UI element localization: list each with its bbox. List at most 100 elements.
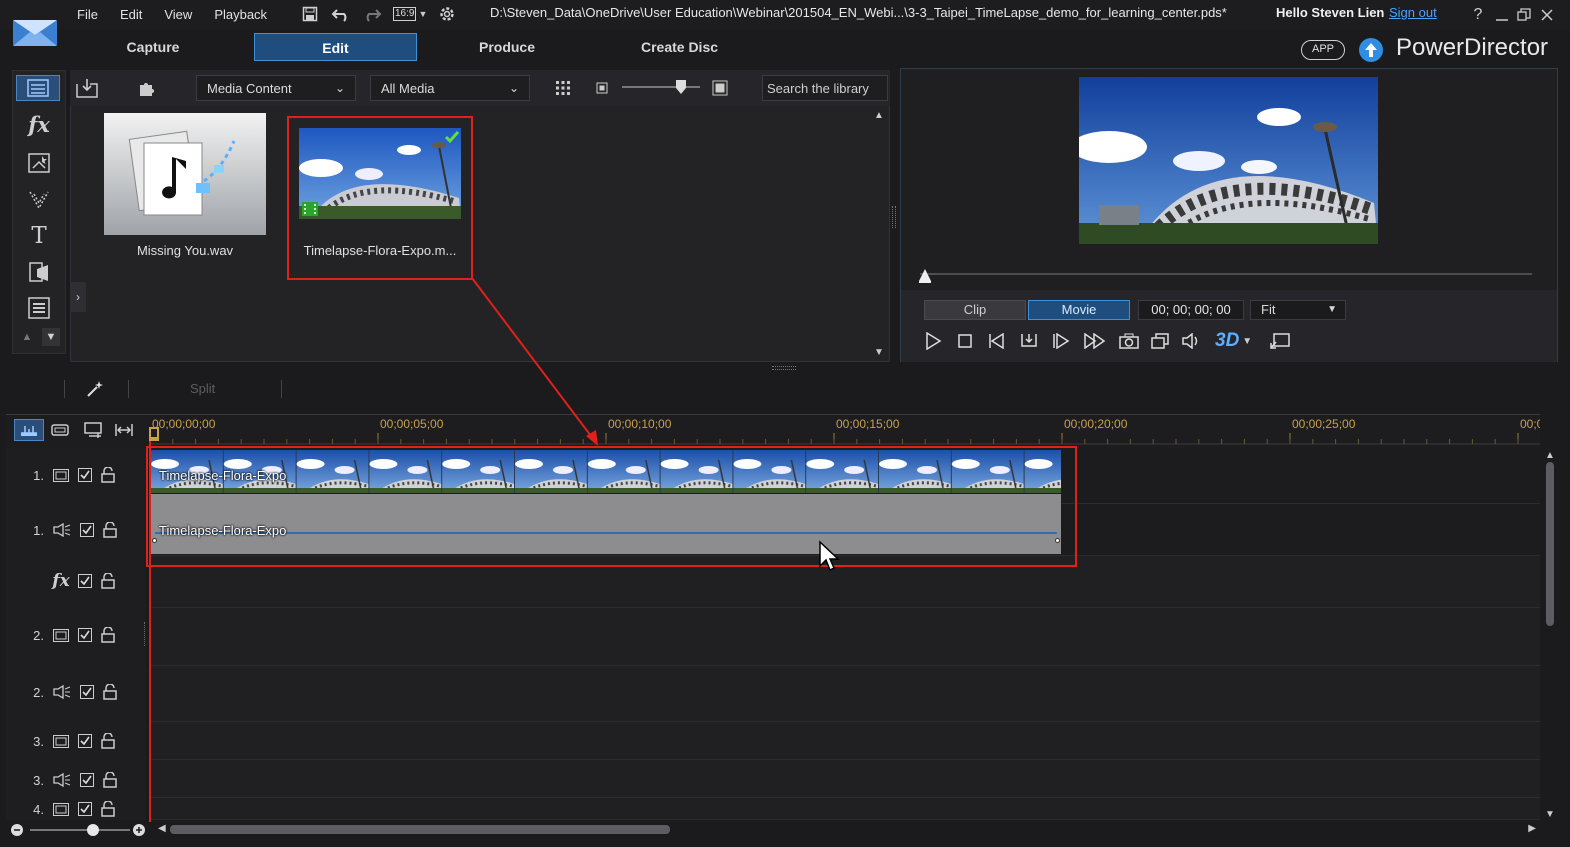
sign-out-link[interactable]: Sign out — [1389, 5, 1437, 20]
zoom-fit-dropdown[interactable]: Fit ▼ — [1250, 300, 1346, 320]
settings-gear-icon[interactable] — [437, 4, 457, 24]
timeline-horizontal-scrollbar[interactable]: ◀ ▶ — [158, 822, 1540, 838]
menu-view[interactable]: View — [153, 7, 203, 22]
clip-mode-button[interactable]: Clip — [924, 300, 1026, 320]
track-lock-icon[interactable] — [101, 573, 115, 589]
redo-icon[interactable] — [361, 4, 383, 24]
track-lock-icon[interactable] — [101, 627, 115, 643]
menu-file[interactable]: File — [66, 7, 109, 22]
track-enable-checkbox[interactable] — [80, 773, 94, 787]
previous-frame-icon[interactable] — [986, 330, 1008, 352]
tab-produce[interactable]: Produce — [457, 33, 557, 61]
track-enable-checkbox[interactable] — [78, 628, 92, 642]
zoom-in-icon[interactable] — [132, 823, 146, 837]
magic-tools-icon[interactable] — [82, 378, 108, 400]
menu-edit[interactable]: Edit — [109, 7, 153, 22]
thumbnail-size-slider[interactable] — [622, 86, 700, 88]
play-icon[interactable] — [921, 330, 945, 352]
small-thumbnail-icon[interactable] — [594, 80, 610, 96]
track-lock-icon[interactable] — [103, 522, 117, 538]
minimize-icon[interactable] — [1493, 5, 1511, 25]
timeline-zoom-slider[interactable] — [30, 829, 130, 831]
track-lock-icon[interactable] — [101, 467, 115, 483]
library-scrollbar[interactable]: ▲ ▼ — [873, 110, 885, 358]
help-icon[interactable]: ? — [1469, 5, 1487, 25]
split-button[interactable]: Split — [190, 381, 215, 396]
save-icon[interactable] — [300, 4, 320, 24]
thumbnail-size-handle[interactable] — [676, 80, 686, 94]
large-thumbnail-icon[interactable] — [710, 78, 730, 98]
track-lock-icon[interactable] — [103, 684, 117, 700]
close-icon[interactable] — [1538, 5, 1556, 25]
track-row-audio-2[interactable] — [150, 666, 1540, 722]
scroll-right-icon[interactable]: ▶ — [1528, 823, 1536, 834]
scroll-down-icon[interactable]: ▼ — [873, 347, 885, 358]
menu-playback[interactable]: Playback — [203, 7, 278, 22]
track-row-video-4[interactable] — [150, 798, 1540, 820]
track-row-video-3[interactable] — [150, 722, 1540, 760]
track-enable-checkbox[interactable] — [80, 523, 94, 537]
step-forward-icon[interactable] — [1050, 330, 1072, 352]
display-mode-icon[interactable] — [1149, 330, 1171, 352]
track-enable-checkbox[interactable] — [78, 802, 92, 816]
plugins-icon[interactable] — [134, 76, 160, 100]
media-content-dropdown[interactable]: Media Content ⌄ — [196, 75, 356, 101]
track-row-audio-3[interactable] — [150, 760, 1540, 798]
scroll-left-icon[interactable]: ◀ — [158, 823, 166, 834]
grid-view-icon[interactable] — [552, 78, 574, 98]
track-lock-icon[interactable] — [101, 801, 115, 817]
preview-seek-bar[interactable] — [920, 273, 1532, 275]
track-row-video-2[interactable] — [150, 608, 1540, 666]
fit-timeline-icon[interactable] — [112, 419, 136, 441]
scroll-up-icon[interactable]: ▲ — [1544, 450, 1556, 461]
undo-icon[interactable] — [330, 4, 352, 24]
zoom-out-icon[interactable] — [10, 823, 24, 837]
scroll-down-icon[interactable]: ▼ — [1544, 809, 1556, 820]
track-lock-icon[interactable] — [101, 733, 115, 749]
external-display-icon[interactable] — [1268, 330, 1292, 352]
panel-resize-handle[interactable] — [892, 206, 896, 228]
media-filter-dropdown[interactable]: All Media ⌄ — [370, 75, 530, 101]
3d-mode-button[interactable]: 3D ▼ — [1215, 328, 1257, 354]
audio-mixing-room-icon[interactable] — [24, 294, 54, 322]
timecode-field[interactable]: 00; 00; 00; 00 — [1138, 300, 1244, 320]
track-enable-checkbox[interactable] — [78, 468, 92, 482]
aspect-ratio-selector[interactable]: 16:9 ▼ — [393, 6, 431, 22]
restore-icon[interactable] — [1515, 5, 1533, 25]
playhead-marker[interactable] — [148, 426, 160, 442]
storyboard-view-icon[interactable] — [48, 419, 72, 441]
volume-icon[interactable] — [1180, 330, 1202, 352]
upgrade-icon[interactable] — [1358, 37, 1384, 63]
track-manager-icon[interactable] — [82, 419, 106, 441]
scrollbar-thumb[interactable] — [170, 825, 670, 834]
particle-room-icon[interactable] — [24, 186, 54, 212]
panel-resize-handle[interactable] — [772, 366, 796, 370]
snapshot-camera-icon[interactable] — [1117, 330, 1141, 352]
next-frame-icon[interactable] — [1018, 330, 1040, 352]
track-resize-handle[interactable] — [144, 622, 147, 646]
stop-icon[interactable] — [954, 330, 976, 352]
media-room-icon[interactable] — [16, 75, 60, 101]
scroll-up-icon[interactable]: ▲ — [18, 328, 36, 346]
track-enable-checkbox[interactable] — [80, 685, 94, 699]
tab-create-disc[interactable]: Create Disc — [622, 33, 737, 61]
app-badge[interactable]: APP — [1301, 40, 1345, 60]
pip-objects-room-icon[interactable] — [24, 150, 54, 176]
track-enable-checkbox[interactable] — [78, 574, 92, 588]
fast-forward-icon[interactable] — [1082, 330, 1108, 352]
tab-edit[interactable]: Edit — [254, 33, 417, 61]
timeline-playhead[interactable] — [149, 430, 151, 822]
effects-room-icon[interactable]: fx — [22, 110, 56, 138]
scroll-up-icon[interactable]: ▲ — [873, 110, 885, 121]
media-thumbnail-video[interactable] — [299, 128, 461, 219]
import-media-icon[interactable] — [74, 76, 100, 100]
library-search-input[interactable]: Search the library — [762, 75, 888, 101]
preview-seek-handle[interactable] — [918, 268, 932, 284]
track-lock-icon[interactable] — [103, 772, 117, 788]
timeline-view-icon[interactable] — [14, 419, 44, 441]
timeline-vertical-scrollbar[interactable]: ▲ ▼ — [1544, 450, 1556, 820]
scroll-down-icon[interactable]: ▼ — [42, 328, 60, 346]
track-enable-checkbox[interactable] — [78, 734, 92, 748]
movie-mode-button[interactable]: Movie — [1028, 300, 1130, 320]
tab-capture[interactable]: Capture — [103, 33, 203, 61]
